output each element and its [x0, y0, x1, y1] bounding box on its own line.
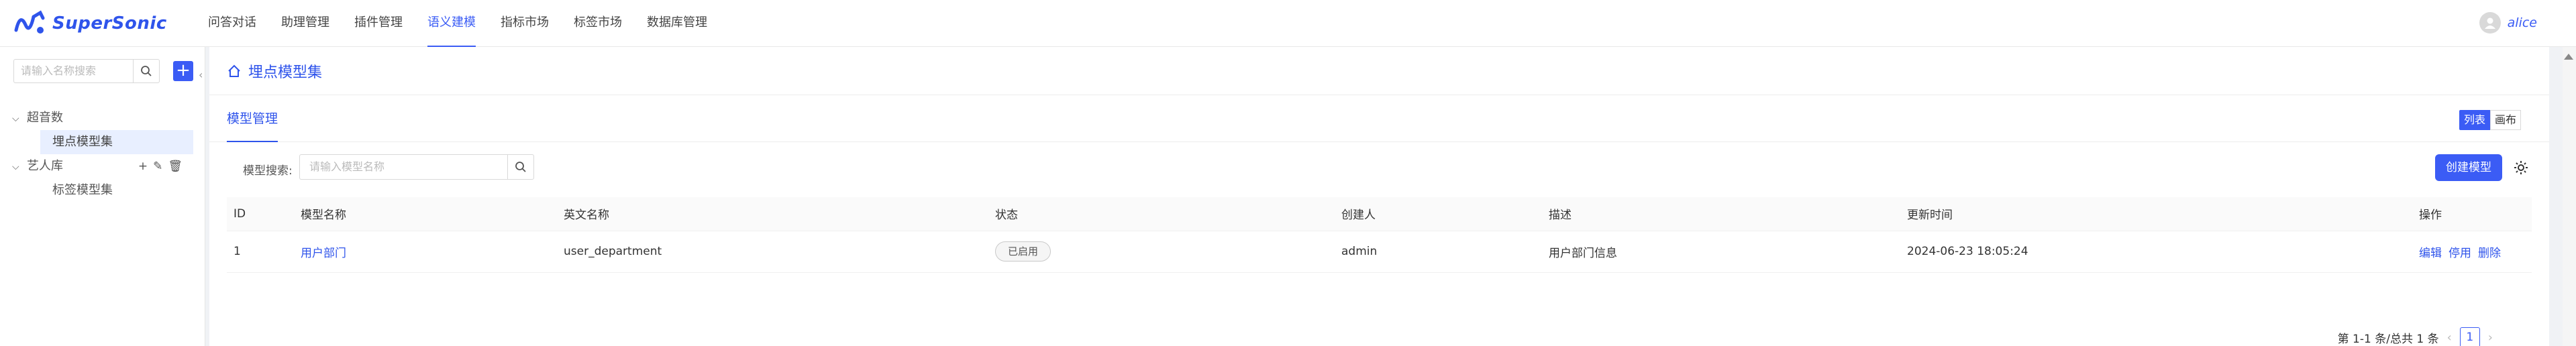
- gear-icon[interactable]: [2513, 160, 2529, 176]
- pagination: 第 1-1 条/总共 1 条 ‹ 1 ›: [2338, 327, 2501, 346]
- page-header: 埋点模型集: [209, 47, 2549, 95]
- app-name: SuperSonic: [52, 13, 167, 34]
- edit-icon[interactable]: ✎: [153, 160, 168, 173]
- column-header-id: ID: [227, 197, 294, 231]
- cell-model-name-link[interactable]: 用户部门: [294, 231, 557, 273]
- nav-item-tag-market[interactable]: 标签市场: [574, 0, 622, 47]
- nav-item-assistant[interactable]: 助理管理: [281, 0, 329, 47]
- table-row: 1 用户部门 user_department 已启用 admin 用户部门信息 …: [227, 231, 2532, 273]
- tree-node-label: 超音数: [27, 111, 63, 125]
- tree-node-domain[interactable]: ⌵ 超音数: [12, 106, 193, 130]
- create-model-button[interactable]: 创建模型: [2435, 154, 2502, 181]
- collapse-sidebar-icon[interactable]: ‹: [199, 68, 207, 82]
- tree-node-label: 标签模型集: [52, 183, 113, 197]
- delete-icon[interactable]: 🗑: [168, 160, 188, 173]
- model-search: 请输入模型名称: [299, 154, 534, 180]
- column-header-en-name: 英文名称: [557, 197, 988, 231]
- column-header-description: 描述: [1542, 197, 1900, 231]
- add-domain-button[interactable]: +: [173, 61, 193, 81]
- tree-node-label: 艺人库: [27, 159, 63, 173]
- tabs-row: 模型管理 列表 画布: [209, 95, 2549, 142]
- column-header-name: 模型名称: [294, 197, 557, 231]
- main-content: 埋点模型集 模型管理 列表 画布 模型搜索: 请输入模型名称 创建模型 ID 模…: [209, 47, 2549, 346]
- sidebar-search-input[interactable]: 请输入名称搜索: [13, 59, 133, 83]
- domain-tree: ⌵ 超音数 埋点模型集 ⌵ 艺人库 +✎🗑 标签模型集: [12, 106, 193, 203]
- tree-node-label: 埋点模型集: [52, 135, 113, 149]
- tree-node-model-set[interactable]: 埋点模型集: [40, 130, 193, 154]
- list-view-button[interactable]: 列表: [2459, 110, 2490, 130]
- tab-model-management[interactable]: 模型管理: [227, 95, 278, 142]
- nav-item-database[interactable]: 数据库管理: [647, 0, 707, 47]
- model-search-input[interactable]: 请输入模型名称: [299, 154, 507, 180]
- sidebar-search: 请输入名称搜索: [13, 59, 160, 83]
- chevron-down-icon[interactable]: ⌵: [12, 155, 27, 179]
- user-menu[interactable]: alice: [2479, 12, 2537, 34]
- top-navigation-bar: SuperSonic 问答对话 助理管理 插件管理 语义建模 指标市场 标签市场…: [0, 0, 2576, 47]
- cell-en-name: user_department: [557, 231, 988, 273]
- main-nav: 问答对话 助理管理 插件管理 语义建模 指标市场 标签市场 数据库管理: [208, 0, 732, 47]
- prev-page-icon[interactable]: ‹: [2447, 331, 2452, 345]
- model-table: ID 模型名称 英文名称 状态 创建人 描述 更新时间 操作 1 用户部门 us…: [227, 197, 2532, 273]
- status-badge: 已启用: [995, 241, 1051, 262]
- toolbar: 模型搜索: 请输入模型名称 创建模型: [209, 142, 2549, 197]
- tree-node-model-set[interactable]: 标签模型集: [12, 178, 193, 203]
- edit-link[interactable]: 编辑: [2419, 247, 2442, 260]
- cell-actions: 编辑 停用 删除: [2412, 231, 2532, 273]
- user-icon: [2484, 17, 2495, 29]
- tree-node-domain[interactable]: ⌵ 艺人库 +✎🗑: [12, 154, 193, 178]
- cell-updated: 2024-06-23 18:05:24: [1900, 231, 2412, 273]
- home-icon[interactable]: [227, 64, 242, 78]
- column-header-actions: 操作: [2412, 197, 2532, 231]
- nav-item-plugins[interactable]: 插件管理: [354, 0, 403, 47]
- column-header-updated: 更新时间: [1900, 197, 2412, 231]
- canvas-view-button[interactable]: 画布: [2489, 110, 2521, 130]
- add-icon[interactable]: +: [138, 160, 153, 173]
- page-title: 埋点模型集: [248, 64, 323, 81]
- tree-node-actions: +✎🗑: [138, 154, 188, 178]
- page-number-current[interactable]: 1: [2459, 327, 2480, 346]
- next-page-icon[interactable]: ›: [2488, 331, 2493, 345]
- nav-item-metric-market[interactable]: 指标市场: [501, 0, 549, 47]
- column-header-creator: 创建人: [1335, 197, 1542, 231]
- sidebar: 请输入名称搜索 + ‹ ⌵ 超音数 埋点模型集 ⌵ 艺人库 +✎🗑 标签模型集: [0, 47, 205, 346]
- search-icon: [515, 162, 526, 172]
- sidebar-search-button[interactable]: [133, 59, 160, 83]
- chevron-down-icon[interactable]: ⌵: [12, 107, 27, 131]
- disable-link[interactable]: 停用: [2449, 247, 2471, 260]
- cell-creator: admin: [1335, 231, 1542, 273]
- scrollbar[interactable]: [2563, 47, 2576, 346]
- scroll-up-arrow-icon[interactable]: [2564, 54, 2573, 60]
- column-header-status: 状态: [988, 197, 1335, 231]
- model-search-label: 模型搜索:: [243, 164, 293, 178]
- view-toggle: 列表 画布: [2459, 110, 2521, 130]
- username: alice: [2507, 15, 2537, 30]
- cell-status: 已启用: [988, 231, 1335, 273]
- app-logo[interactable]: SuperSonic: [13, 9, 208, 37]
- cell-id: 1: [227, 231, 294, 273]
- delete-link[interactable]: 删除: [2478, 247, 2501, 260]
- avatar: [2479, 12, 2501, 34]
- search-icon: [141, 66, 152, 76]
- table-header-row: ID 模型名称 英文名称 状态 创建人 描述 更新时间 操作: [227, 197, 2532, 231]
- supersonic-logo-icon: [14, 9, 45, 34]
- cell-description: 用户部门信息: [1542, 231, 1900, 273]
- pagination-summary: 第 1-1 条/总共 1 条: [2337, 332, 2439, 346]
- nav-item-semantic-modeling[interactable]: 语义建模: [427, 0, 476, 47]
- nav-item-qa[interactable]: 问答对话: [208, 0, 256, 47]
- model-search-button[interactable]: [507, 154, 534, 180]
